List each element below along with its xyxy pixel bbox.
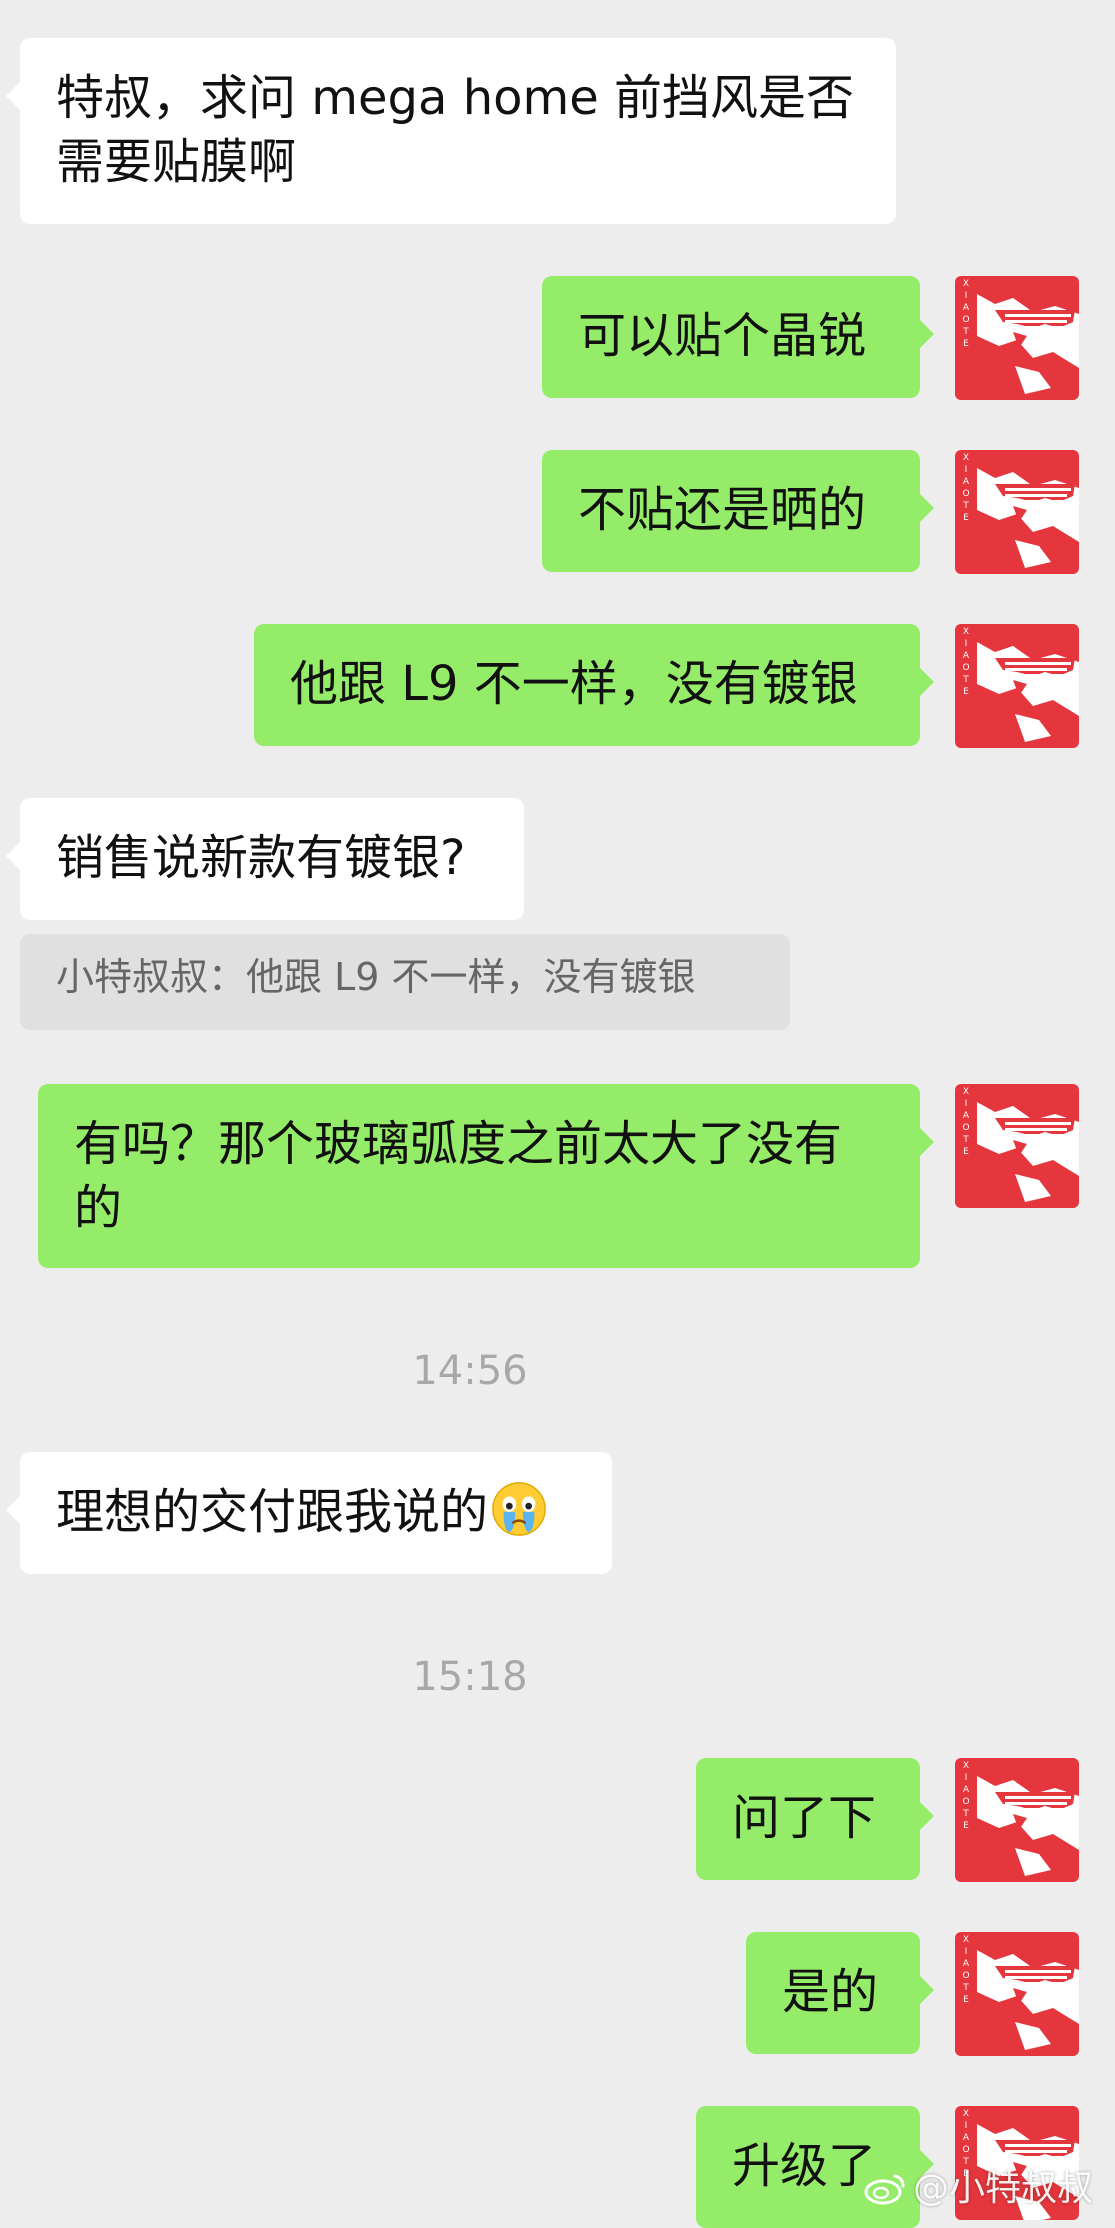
xiaote-avatar-icon[interactable]: [955, 450, 1079, 574]
watermark-text: @小特叔叔: [912, 2168, 1093, 2209]
watermark: @小特叔叔: [863, 2166, 1093, 2212]
weibo-logo-icon: [864, 2174, 905, 2205]
xiaote-avatar-icon[interactable]: [955, 1932, 1079, 2056]
chat-area[interactable]: 特叔，求问 mega home 前挡风是否需要贴膜啊 可以贴个晶锐 不贴还是晒的…: [0, 0, 1115, 2228]
xiaote-avatar-icon[interactable]: [955, 1758, 1079, 1882]
incoming-message-2[interactable]: 销售说新款有镀银?: [6, 798, 524, 920]
xiaote-avatar-icon[interactable]: [955, 624, 1079, 748]
outgoing-message-6[interactable]: 是的: [746, 1932, 934, 2054]
incoming-message-1[interactable]: 特叔，求问 mega home 前挡风是否需要贴膜啊: [6, 38, 896, 224]
xiaote-avatar-icon[interactable]: [955, 1084, 1079, 1208]
quoted-reply[interactable]: 小特叔叔：他跟 L9 不一样，没有镀银: [20, 934, 790, 1030]
xiaote-avatar-icon[interactable]: [955, 276, 1079, 400]
timestamp: 14:56: [412, 1348, 528, 1394]
outgoing-message-1[interactable]: 可以贴个晶锐: [542, 276, 934, 398]
outgoing-message-5[interactable]: 问了下: [696, 1758, 934, 1880]
outgoing-message-2[interactable]: 不贴还是晒的: [542, 450, 934, 572]
outgoing-message-3[interactable]: 他跟 L9 不一样，没有镀银: [254, 624, 934, 746]
incoming-message-3[interactable]: 理想的交付跟我说的: [6, 1452, 612, 1574]
message-text: 理想的交付跟我说的: [56, 1484, 489, 1540]
outgoing-message-4[interactable]: 有吗？那个玻璃弧度之前太大了没有的: [38, 1084, 934, 1268]
timestamp: 15:18: [412, 1654, 528, 1700]
crying-emoji-icon: [492, 1482, 546, 1536]
